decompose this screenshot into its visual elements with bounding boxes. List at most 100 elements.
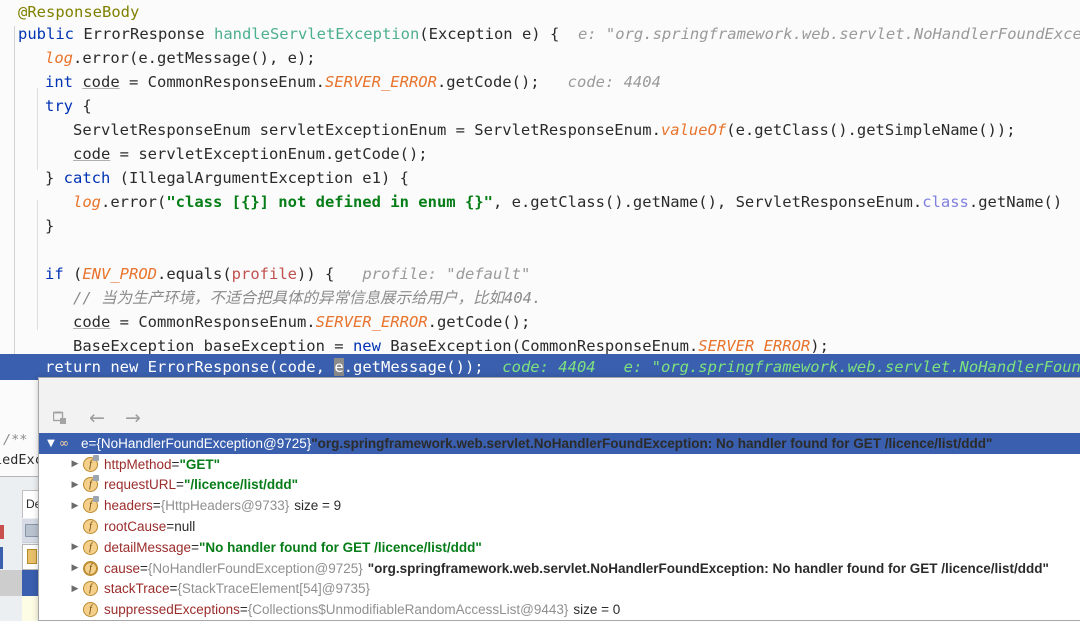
collection-size: size = 0	[573, 602, 621, 618]
code-line: log.error("class [{}] not defined in enu…	[73, 190, 1062, 215]
variable-name: cause	[104, 560, 141, 576]
code-token: );	[810, 337, 829, 355]
equals-sign: =	[166, 519, 175, 535]
code-token: .getCode();	[436, 73, 559, 91]
object-to-string: "org.springframework.web.servlet.NoHandl…	[367, 560, 1049, 576]
field-icon: f	[83, 581, 98, 597]
equals-sign: =	[88, 435, 97, 451]
equals-sign: =	[191, 539, 199, 555]
chevron-right-icon[interactable]: ▶	[67, 542, 83, 552]
frames-icon[interactable]	[50, 407, 72, 429]
bg-list-row[interactable]	[0, 570, 22, 596]
code-line: // 当为生产环境，不适合把具体的异常信息展示给用户，比如404.	[73, 286, 541, 311]
debugger-value-popup: ← → ▼ ∞ e = {NoHandlerFoundException@9725}…	[38, 377, 1080, 621]
frames-icon	[25, 524, 39, 537]
variable-name: headers	[104, 498, 153, 514]
code-token: profile	[231, 265, 297, 283]
code-token: ErrorResponse(	[138, 358, 279, 376]
chevron-right-icon[interactable]: ▶	[67, 480, 83, 490]
object-reference: {Collections$UnmodifiableRandomAccessLis…	[247, 602, 569, 618]
code-line: log.error(e.getMessage(), e);	[45, 46, 316, 71]
code-token: code: 4404 e: "org.springframework.web.s…	[483, 358, 1080, 376]
code-line: ServletResponseEnum servletExceptionEnum…	[73, 118, 1016, 143]
equals-sign: =	[171, 456, 180, 472]
code-line: }	[45, 214, 54, 239]
code-token: SERVER_ERROR	[315, 313, 428, 331]
string-value: "GET"	[179, 456, 220, 472]
code-token: code	[278, 358, 316, 376]
indent-guide	[37, 200, 38, 330]
code-token: , e.getClass().getName(), ServletRespons…	[492, 193, 923, 211]
field-final-icon: f	[83, 475, 99, 493]
watch-oo-icon: ∞	[59, 436, 69, 451]
code-token: = CommonResponseEnum.	[110, 313, 316, 331]
code-token: code: 4404	[558, 73, 661, 91]
code-token: new	[101, 358, 139, 376]
code-token: if	[45, 265, 64, 283]
chevron-right-icon[interactable]: ▶	[67, 563, 83, 573]
error-marker	[0, 525, 4, 539]
code-token: int	[45, 73, 83, 91]
code-token: new	[352, 337, 381, 355]
code-token: code	[73, 145, 111, 163]
field-final-icon: f	[83, 454, 99, 472]
code-line: } catch (IllegalArgumentException e1) {	[45, 166, 409, 191]
chevron-right-icon[interactable]: ▶	[67, 459, 83, 469]
debugger-tree-row[interactable]: ·f suppressedExceptions = {Collections$Un…	[39, 599, 1080, 620]
code-token: return	[45, 358, 101, 376]
code-token: .getMessage());	[343, 358, 484, 376]
debugger-tree-row[interactable]: ▶ f httpMethod = "GET"	[39, 454, 1080, 475]
code-token: ENV_PROD	[82, 265, 157, 283]
debugger-tree-row[interactable]: ▶ f cause = {NoHandlerFoundException@9725}…	[39, 558, 1080, 579]
code-token: log	[73, 193, 101, 211]
back-arrow-icon[interactable]: ←	[86, 407, 108, 429]
variable-name: stackTrace	[104, 581, 170, 597]
equals-sign: =	[152, 498, 161, 514]
chevron-down-icon[interactable]: ▼	[43, 438, 59, 449]
code-token: code	[73, 313, 111, 331]
chevron-right-icon[interactable]: ▶	[67, 584, 83, 594]
library-icon	[27, 549, 37, 564]
code-token: try	[45, 97, 73, 115]
code-token: class	[922, 193, 969, 211]
bg-code-fragment: iedExc	[0, 452, 43, 468]
popup-toolbar: ← →	[39, 403, 1080, 433]
equals-sign: =	[140, 560, 148, 576]
equals-sign: =	[176, 477, 184, 493]
no-expander: ·	[67, 605, 83, 615]
variable-name: e	[81, 435, 89, 451]
code-token: e: "org.springframework.web.servlet.NoHa…	[568, 25, 1080, 43]
debugger-tree-row[interactable]: ·f rootCause = null	[39, 516, 1080, 537]
field-icon: f	[83, 602, 98, 618]
code-line: public ErrorResponse handleServletExcept…	[18, 22, 1080, 47]
code-token: .getCode();	[427, 313, 531, 331]
debugger-tree-row[interactable]: ▶ f requestURL = "/licence/list/ddd"	[39, 475, 1080, 496]
code-token: public	[18, 25, 84, 43]
code-token: BaseException baseException =	[73, 337, 353, 355]
code-token: @ResponseBody	[18, 3, 140, 21]
debugger-tree-row[interactable]: ▼ ∞ e = {NoHandlerFoundException@9725} "org…	[39, 433, 1080, 454]
forward-arrow-icon[interactable]: →	[122, 407, 144, 429]
debugger-tree-row[interactable]: ▶ f detailMessage = "No handler found for …	[39, 537, 1080, 558]
code-token: .getName()	[968, 193, 1063, 211]
code-token: (Exception e) {	[419, 25, 569, 43]
equals-sign: =	[239, 602, 248, 618]
field-ring-icon: f	[83, 560, 98, 576]
code-token: .error(e.getMessage(), e);	[73, 49, 316, 67]
ide-window: @ResponseBody public ErrorResponse handle…	[0, 0, 1080, 621]
code-token: log	[45, 49, 73, 67]
debugger-variables-tree[interactable]: ▼ ∞ e = {NoHandlerFoundException@9725} "org…	[39, 433, 1080, 620]
code-token: }	[45, 217, 55, 235]
indent-guide	[14, 26, 15, 356]
object-reference: {HttpHeaders@9733}	[160, 498, 290, 514]
code-token: (e.getClass().getSimpleName());	[726, 121, 1016, 139]
chevron-right-icon[interactable]: ▶	[67, 501, 83, 511]
code-line: int code = CommonResponseEnum.SERVER_ERR…	[45, 70, 661, 95]
final-modifier-badge	[93, 496, 99, 503]
debugger-tree-row[interactable]: ▶ f stackTrace = {StackTraceElement[54]@97…	[39, 579, 1080, 600]
debugger-tree-row[interactable]: ▶ f headers = {HttpHeaders@9733} size = 9	[39, 495, 1080, 516]
code-token: (	[63, 265, 83, 283]
variable-name: suppressedExceptions	[104, 602, 240, 618]
code-token: {	[73, 97, 92, 115]
code-token: ,	[315, 358, 335, 376]
